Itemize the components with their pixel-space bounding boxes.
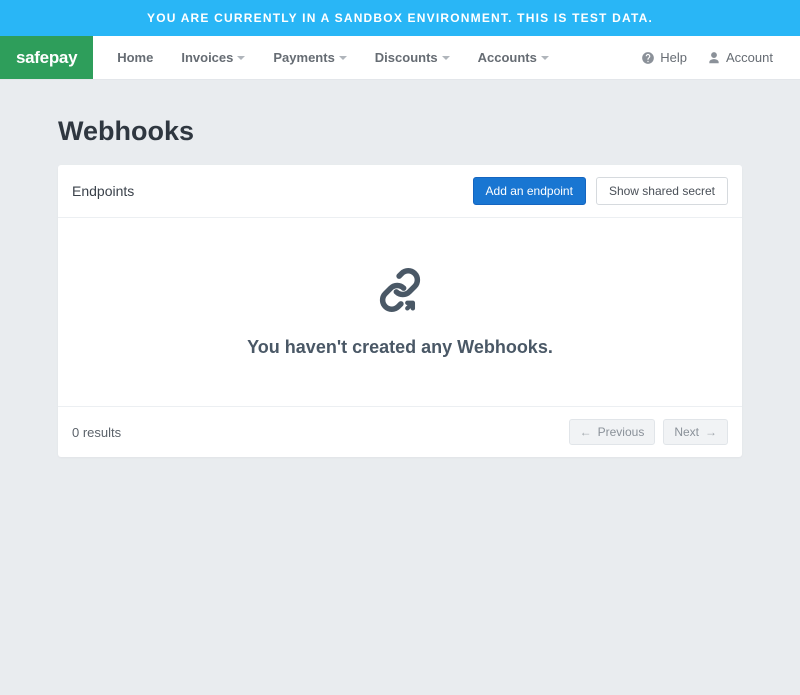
chevron-down-icon — [541, 56, 549, 60]
nav-accounts[interactable]: Accounts — [464, 36, 563, 79]
show-shared-secret-button[interactable]: Show shared secret — [596, 177, 728, 205]
help-icon — [641, 51, 655, 65]
next-label: Next — [674, 425, 699, 439]
chevron-down-icon — [339, 56, 347, 60]
pager: ← Previous Next → — [569, 419, 728, 445]
card-header: Endpoints Add an endpoint Show shared se… — [58, 165, 742, 218]
card-actions: Add an endpoint Show shared secret — [473, 177, 728, 205]
sandbox-banner: YOU ARE CURRENTLY IN A SANDBOX ENVIRONME… — [0, 0, 800, 36]
page-content: Webhooks Endpoints Add an endpoint Show … — [0, 80, 800, 457]
nav-label: Accounts — [478, 50, 537, 65]
card-body: You haven't created any Webhooks. — [58, 218, 742, 406]
chevron-down-icon — [237, 56, 245, 60]
nav-label: Discounts — [375, 50, 438, 65]
nav-label: Payments — [273, 50, 334, 65]
nav-right: Help Account — [631, 36, 800, 79]
nav-label: Invoices — [181, 50, 233, 65]
previous-label: Previous — [598, 425, 645, 439]
user-icon — [707, 51, 721, 65]
result-count: 0 results — [72, 425, 121, 440]
help-label: Help — [660, 50, 687, 65]
next-button[interactable]: Next → — [663, 419, 728, 445]
page-title: Webhooks — [58, 116, 742, 147]
nav-home[interactable]: Home — [103, 36, 167, 79]
nav-label: Home — [117, 50, 153, 65]
previous-button[interactable]: ← Previous — [569, 419, 656, 445]
link-icon — [378, 268, 422, 317]
account-menu[interactable]: Account — [697, 50, 788, 65]
top-nav: safepay Home Invoices Payments Discounts… — [0, 36, 800, 80]
card-footer: 0 results ← Previous Next → — [58, 406, 742, 457]
sandbox-banner-text: YOU ARE CURRENTLY IN A SANDBOX ENVIRONME… — [147, 11, 653, 25]
arrow-left-icon: ← — [580, 425, 592, 439]
section-title: Endpoints — [72, 183, 134, 199]
endpoints-card: Endpoints Add an endpoint Show shared se… — [58, 165, 742, 457]
nav-discounts[interactable]: Discounts — [361, 36, 464, 79]
brand-name: safepay — [16, 48, 77, 68]
add-endpoint-button[interactable]: Add an endpoint — [473, 177, 586, 205]
help-link[interactable]: Help — [631, 50, 697, 65]
brand-logo[interactable]: safepay — [0, 36, 93, 79]
nav-links: Home Invoices Payments Discounts Account… — [93, 36, 563, 79]
nav-payments[interactable]: Payments — [259, 36, 360, 79]
account-label: Account — [726, 50, 773, 65]
empty-state-message: You haven't created any Webhooks. — [78, 337, 722, 358]
nav-invoices[interactable]: Invoices — [167, 36, 259, 79]
arrow-right-icon: → — [705, 425, 717, 439]
chevron-down-icon — [442, 56, 450, 60]
